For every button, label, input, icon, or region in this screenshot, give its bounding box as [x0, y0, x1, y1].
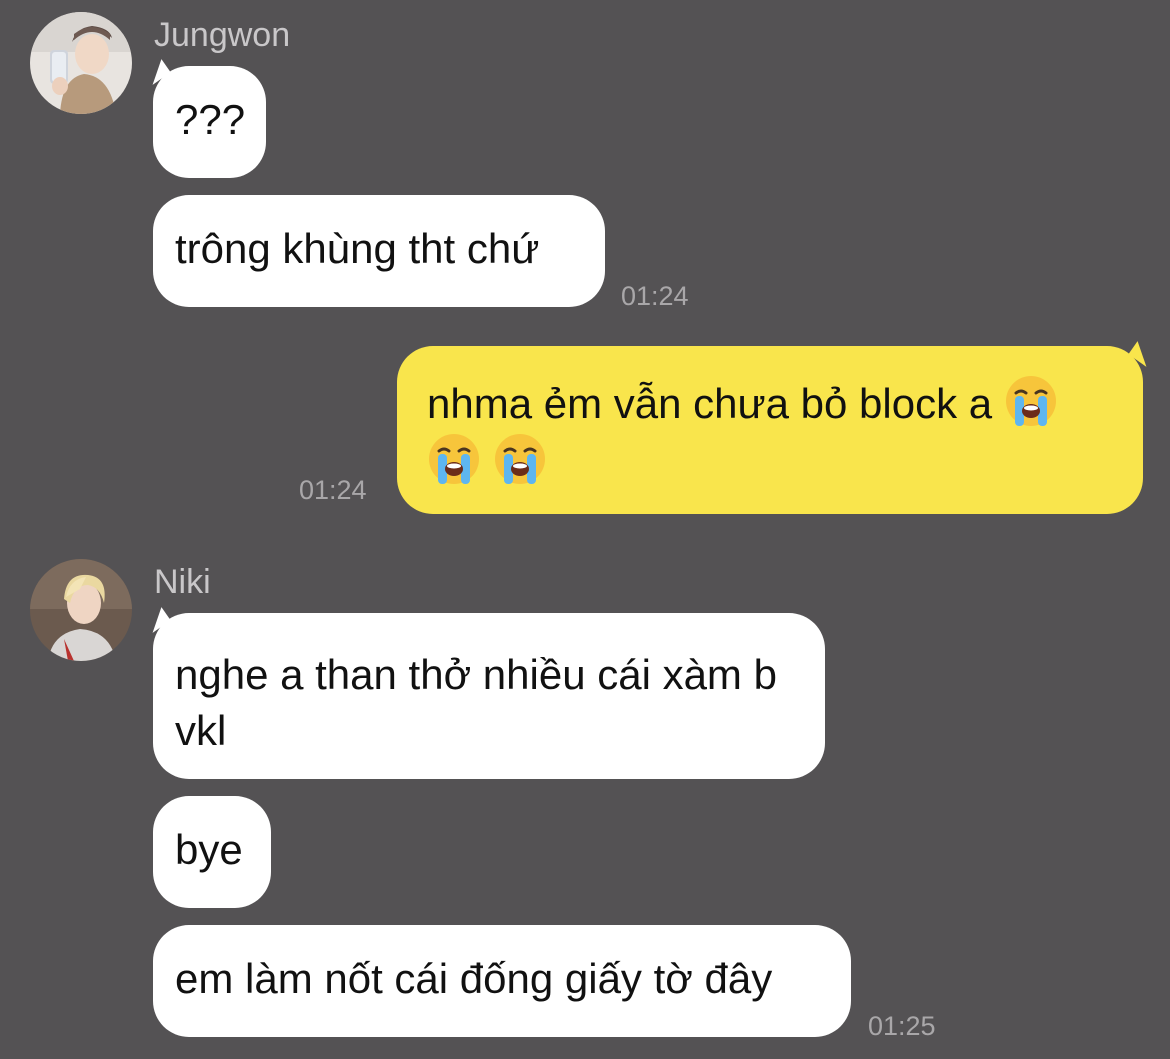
avatar-niki[interactable]	[30, 559, 132, 661]
message-timestamp: 01:25	[868, 1011, 936, 1041]
message-bubble-incoming[interactable]: em làm nốt cái đống giấy tờ đây	[153, 925, 851, 1037]
avatar-jungwon[interactable]	[30, 12, 132, 114]
message-timestamp: 01:24	[299, 475, 367, 505]
sender-name-niki: Niki	[154, 563, 211, 601]
message-bubble-outgoing[interactable]: nhma ẻm vẫn chưa bỏ block a	[397, 346, 1143, 514]
loudly-crying-face-icon	[493, 432, 547, 486]
avatar-jungwon-image	[30, 12, 132, 114]
message-bubble-incoming[interactable]: nghe a than thở nhiều cái xàm b vkl	[153, 613, 825, 779]
loudly-crying-face-icon	[427, 432, 481, 486]
sender-name-jungwon: Jungwon	[154, 16, 291, 54]
message-bubble-incoming[interactable]: trông khùng tht chứ	[153, 195, 605, 307]
avatar-niki-image	[30, 559, 132, 661]
message-timestamp: 01:24	[621, 281, 689, 311]
message-bubble-incoming[interactable]: ???	[153, 66, 266, 178]
message-bubble-incoming[interactable]: bye	[153, 796, 271, 908]
outgoing-message-text: nhma ẻm vẫn chưa bỏ block a	[427, 380, 993, 427]
loudly-crying-face-icon	[1004, 374, 1058, 428]
